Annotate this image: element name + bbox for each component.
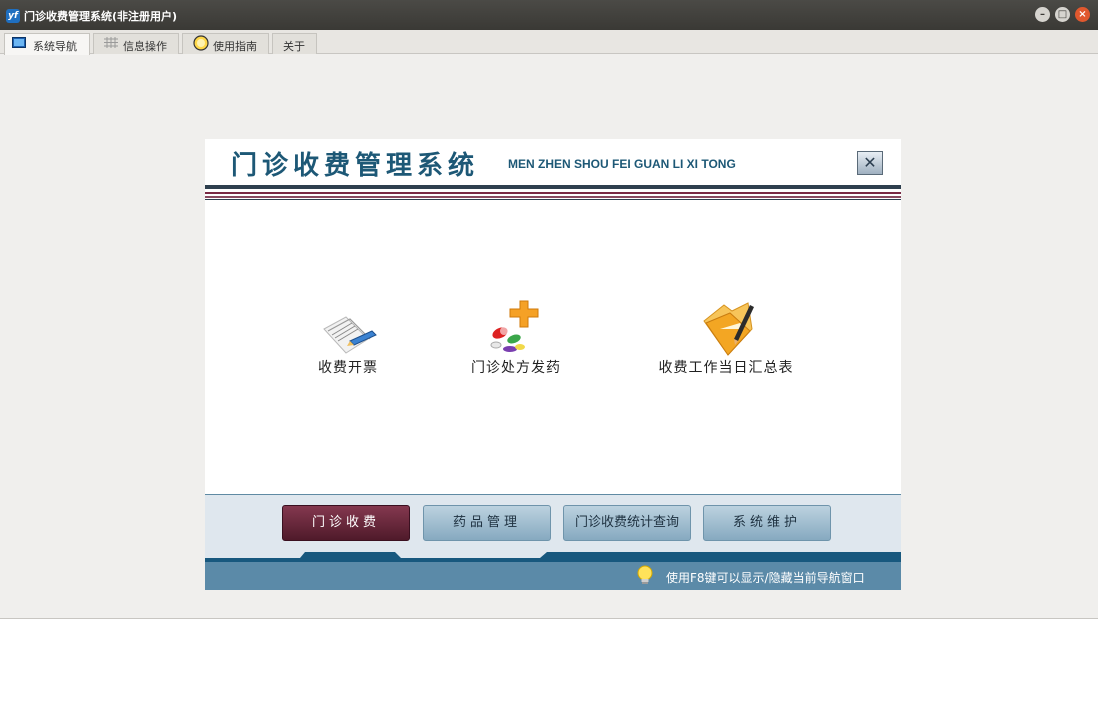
status-hint: 使用F8键可以显示/隐藏当前导航窗口 — [666, 571, 865, 585]
feature-label: 收费开票 — [318, 360, 378, 376]
tab-bar: 系统导航 信息操作 使用指南 关于 — [0, 30, 1098, 55]
close-x-icon: ✕ — [863, 153, 877, 172]
nav-button-statistics-query[interactable]: 门诊收费统计查询 — [563, 505, 691, 541]
nav-button-drug-management[interactable]: 药品管理 — [423, 505, 551, 541]
banner-divider — [205, 192, 901, 194]
monitor-icon — [12, 37, 26, 48]
tab-label: 系统导航 — [33, 40, 77, 53]
grid-icon — [104, 37, 118, 48]
tab-label: 使用指南 — [213, 40, 257, 53]
banner-title-en: MEN ZHEN SHOU FEI GUAN LI XI TONG — [508, 157, 736, 171]
banner-title-cn: 门诊收费管理系统 — [231, 151, 480, 181]
maximize-icon: □ — [1057, 9, 1068, 20]
banner-divider — [205, 199, 901, 200]
close-icon: × — [1078, 9, 1087, 20]
tab-label: 关于 — [283, 40, 305, 53]
banner-divider — [205, 185, 901, 189]
status-bar: 使用F8键可以显示/隐藏当前导航窗口 — [205, 562, 901, 590]
banner-divider — [205, 196, 901, 198]
navigation-panel: 门诊收费管理系统 MEN ZHEN SHOU FEI GUAN LI XI TO… — [205, 139, 901, 590]
minimize-button[interactable]: – — [1035, 7, 1050, 22]
feature-prescription-dispensing[interactable]: 门诊处方发药 — [463, 293, 569, 377]
feature-label: 门诊处方发药 — [471, 360, 561, 376]
panel-banner: 门诊收费管理系统 MEN ZHEN SHOU FEI GUAN LI XI TO… — [205, 139, 901, 185]
tab-label: 信息操作 — [123, 40, 167, 53]
tab-about[interactable]: 关于 — [272, 33, 317, 54]
title-bar: yf 门诊收费管理系统(非注册用户) – □ × — [0, 0, 1098, 30]
feature-billing[interactable]: 收费开票 — [310, 305, 386, 377]
tab-system-navigation[interactable]: 系统导航 — [4, 33, 90, 55]
maximize-button[interactable]: □ — [1055, 7, 1070, 22]
lightbulb-icon — [637, 565, 653, 584]
tab-info-operations[interactable]: 信息操作 — [93, 33, 179, 54]
nav-button-outpatient-billing[interactable]: 门诊收费 — [282, 505, 410, 541]
feature-label: 收费工作当日汇总表 — [658, 360, 794, 376]
window-title: 门诊收费管理系统(非注册用户) — [24, 10, 178, 23]
panel-close-button[interactable]: ✕ — [857, 151, 883, 175]
medicine-pills-icon — [490, 300, 539, 352]
help-icon — [193, 35, 209, 51]
close-window-button[interactable]: × — [1075, 7, 1090, 22]
tab-user-guide[interactable]: 使用指南 — [182, 33, 269, 54]
app-logo-icon: yf — [6, 9, 20, 23]
minimize-icon: – — [1040, 9, 1045, 20]
app-window: yf 门诊收费管理系统(非注册用户) – □ × 系统导航 信息操作 使用指南 … — [0, 0, 1098, 619]
bottom-nav-area: 门诊收费 药品管理 门诊收费统计查询 系统维护 使用F8键可以显示/隐藏当前导航… — [205, 494, 901, 590]
folder-pencil-icon — [703, 302, 754, 356]
feature-daily-summary[interactable]: 收费工作当日汇总表 — [648, 299, 804, 377]
nav-button-system-maintenance[interactable]: 系统维护 — [703, 505, 831, 541]
invoice-pen-icon — [323, 316, 377, 354]
